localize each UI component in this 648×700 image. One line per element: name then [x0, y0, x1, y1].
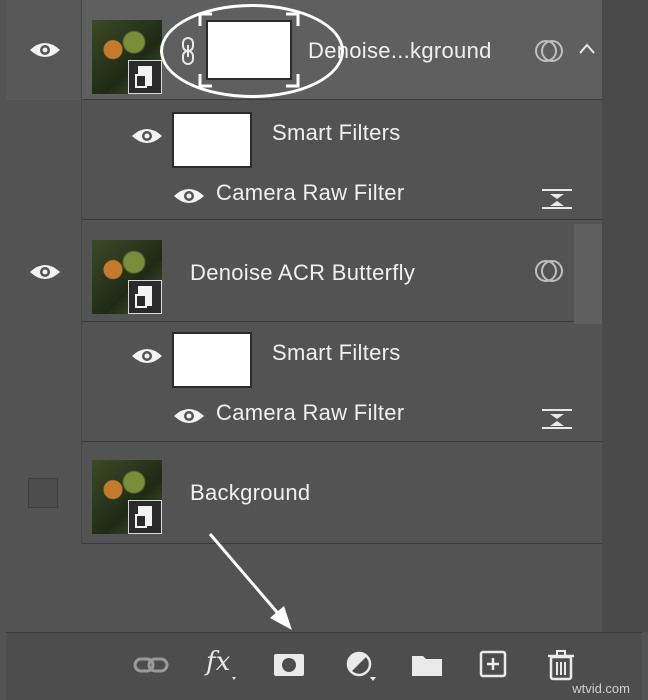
blending-options-icon[interactable]: [540, 186, 574, 210]
layers-panel: Denoise...kground Smart Filters Camera R…: [0, 0, 648, 700]
layer-thumbnail[interactable]: [92, 240, 162, 314]
layer-name[interactable]: Background: [190, 480, 310, 506]
layer-name[interactable]: Denoise ACR Butterfly: [190, 260, 415, 286]
group-folder-icon[interactable]: [408, 647, 446, 683]
watermark-text: wtvid.com: [572, 681, 630, 696]
visibility-column: [6, 100, 82, 220]
add-mask-icon[interactable]: [270, 647, 308, 683]
eye-icon[interactable]: [172, 186, 206, 206]
smart-object-link-icon: [534, 38, 564, 64]
eye-icon[interactable]: [130, 346, 164, 366]
filter-name[interactable]: Camera Raw Filter: [216, 400, 404, 426]
scrollbar-thumb[interactable]: [574, 224, 602, 324]
collapse-chevron-icon[interactable]: [578, 42, 596, 56]
eye-icon[interactable]: [28, 40, 62, 60]
fx-icon[interactable]: fx: [202, 647, 240, 683]
eye-icon[interactable]: [172, 406, 206, 426]
layer-thumbnail[interactable]: [92, 460, 162, 534]
layer-thumbnail[interactable]: [92, 20, 162, 94]
smart-object-icon: [128, 280, 162, 314]
smart-filters-label: Smart Filters: [272, 120, 401, 145]
filter-mask-thumbnail[interactable]: [172, 112, 252, 168]
visibility-column: [6, 322, 82, 442]
smart-object-icon: [128, 500, 162, 534]
new-layer-icon[interactable]: [474, 647, 512, 683]
adjustment-layer-icon[interactable]: [340, 647, 378, 683]
trash-icon[interactable]: [542, 647, 580, 683]
filter-mask-thumbnail[interactable]: [172, 332, 252, 388]
blending-options-icon[interactable]: [540, 406, 574, 430]
visibility-toggle-empty[interactable]: [28, 478, 58, 508]
eye-icon[interactable]: [28, 262, 62, 282]
panel-edge: [602, 0, 648, 632]
eye-icon[interactable]: [130, 126, 164, 146]
filter-name[interactable]: Camera Raw Filter: [216, 180, 404, 206]
smart-filters-label: Smart Filters: [272, 340, 401, 365]
layers-toolbar: fx: [6, 632, 642, 700]
smart-object-link-icon: [534, 258, 564, 284]
smart-object-icon: [128, 60, 162, 94]
highlight-ellipse: [160, 4, 344, 98]
link-layers-icon[interactable]: [132, 647, 170, 683]
